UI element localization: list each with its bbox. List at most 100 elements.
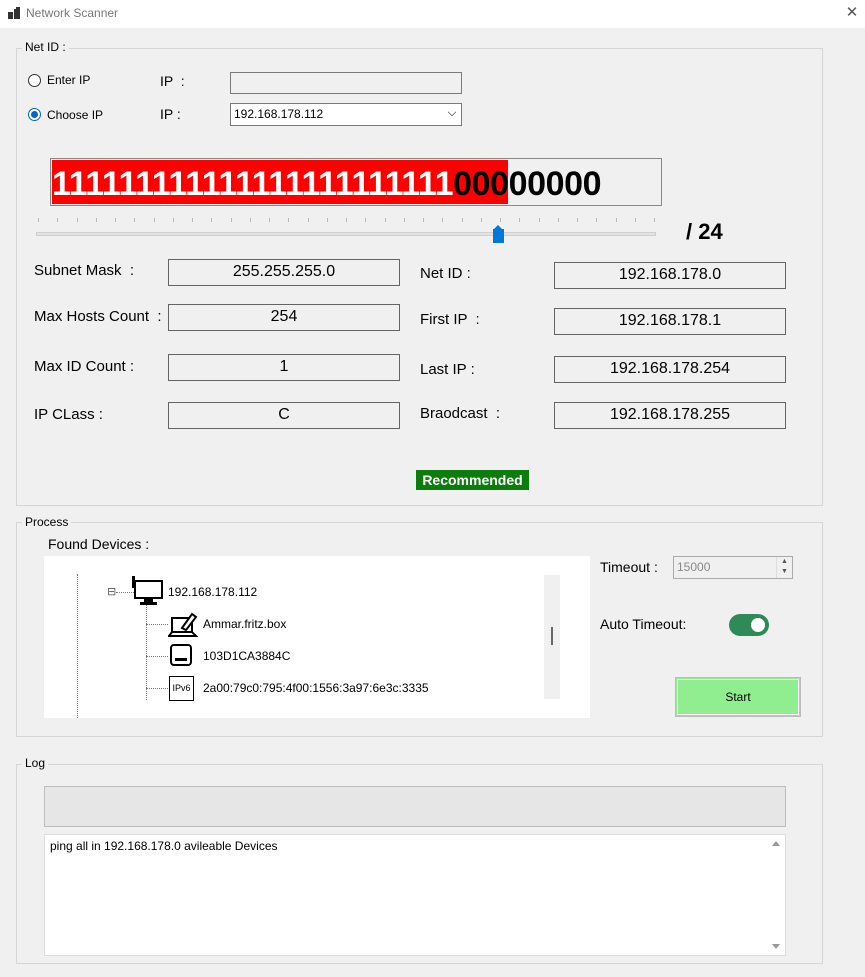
slider-tick: [172, 218, 174, 222]
start-button[interactable]: Start: [675, 677, 801, 717]
log-textbox[interactable]: ping all in 192.168.178.0 avileable Devi…: [44, 834, 786, 956]
tree-child-label[interactable]: 2a00:79c0:795:4f00:1556:3a97:6e3c:3335: [203, 681, 429, 695]
slider-tick: [519, 218, 521, 222]
timeout-label: Timeout :: [600, 559, 658, 575]
ipv6-icon-text: IPv6: [172, 683, 191, 693]
last-ip-value: 192.168.178.254: [554, 356, 786, 383]
host-bits: 00000000: [453, 165, 602, 203]
devices-tree[interactable]: ⊟ 192.168.178.112 Ammar.fritz.box 103D1C…: [44, 556, 590, 718]
slider-tick: [288, 218, 290, 222]
computer-icon: [132, 576, 163, 605]
slider-tick: [249, 218, 251, 222]
slider-tick: [57, 218, 59, 222]
slider-tick: [654, 218, 655, 222]
slider-tick: [500, 218, 501, 222]
timeout-value: 15000: [677, 560, 711, 574]
network-bits: 111111111111111111111111: [52, 165, 454, 203]
slider-tick: [230, 218, 232, 222]
slider-tick: [269, 218, 270, 222]
ip-class-label: IP CLass :: [34, 406, 103, 423]
choose-ip-label: IP :: [160, 106, 181, 122]
spin-buttons[interactable]: ▲ ▼: [776, 557, 792, 578]
slider-tick: [211, 218, 213, 222]
subnet-bits-text: 11111111111111111111111100000000: [52, 162, 602, 206]
scrollbar-grip[interactable]: [551, 627, 553, 645]
enter-ip-label: IP :: [160, 73, 185, 89]
slider-tick: [577, 218, 578, 222]
close-button[interactable]: ✕: [842, 3, 862, 23]
first-ip-value: 192.168.178.1: [554, 308, 786, 335]
slider-tick: [326, 218, 328, 222]
net-id-value: 192.168.178.0: [554, 262, 786, 289]
enter-ip-input[interactable]: [230, 72, 462, 94]
choose-ip-select[interactable]: 192.168.178.112: [230, 103, 462, 126]
choose-ip-radio[interactable]: [28, 108, 41, 121]
last-ip-label: Last IP :: [420, 361, 475, 378]
tree-child-label[interactable]: Ammar.fritz.box: [203, 617, 286, 631]
choose-ip-radio-label[interactable]: Choose IP: [47, 108, 103, 122]
slider-tick: [134, 218, 136, 222]
slider-tick: [461, 218, 463, 222]
progress-bar: [44, 786, 786, 827]
slider-tick: [442, 218, 444, 222]
netid-group-label: Net ID :: [22, 40, 69, 54]
tree-child-label[interactable]: 103D1CA3884C: [203, 649, 290, 663]
spin-up-icon[interactable]: ▲: [777, 557, 792, 567]
tree-line: [146, 624, 168, 625]
process-group-label: Process: [22, 515, 72, 529]
enter-ip-radio[interactable]: [28, 74, 41, 87]
auto-timeout-label: Auto Timeout:: [600, 616, 687, 632]
slider-tick: [95, 218, 97, 222]
timeout-input[interactable]: 15000 ▲ ▼: [673, 556, 793, 579]
slider-tick: [423, 218, 424, 222]
tree-line: [146, 600, 147, 700]
slider-tick: [346, 218, 347, 222]
slider-tick: [365, 218, 367, 222]
tree-scrollbar[interactable]: [544, 575, 560, 699]
choose-ip-select-value: 192.168.178.112: [234, 107, 324, 121]
chevron-down-icon[interactable]: [447, 107, 457, 117]
tree-line: [146, 688, 168, 689]
slider-tick: [192, 218, 193, 222]
max-id-value: 1: [168, 354, 400, 381]
toggle-knob: [751, 618, 765, 632]
prefix-slider-track[interactable]: [36, 232, 656, 236]
broadcast-value: 192.168.178.255: [554, 402, 786, 429]
scroll-down-icon[interactable]: [772, 944, 780, 949]
slider-tick: [115, 218, 116, 222]
tree-root-label[interactable]: 192.168.178.112: [168, 585, 257, 599]
expander-icon[interactable]: ⊟: [107, 585, 116, 598]
enter-ip-radio-label[interactable]: Enter IP: [47, 73, 90, 87]
max-id-label: Max ID Count :: [34, 358, 135, 375]
device-icon: [170, 644, 192, 666]
broadcast-label: Braodcast :: [420, 405, 501, 422]
net-id-label: Net ID :: [420, 265, 471, 282]
window-title: Network Scanner: [26, 6, 119, 20]
slider-tick: [38, 218, 39, 222]
slider-tick: [615, 218, 617, 222]
prefix-slider-thumb[interactable]: [493, 225, 504, 243]
laptop-icon: [168, 612, 198, 637]
slider-tick: [596, 218, 598, 222]
title-bar: [0, 0, 865, 28]
log-group-label: Log: [22, 756, 49, 770]
recommended-badge: Recommended: [416, 470, 529, 490]
prefix-length: / 24: [686, 219, 723, 244]
slider-tick: [384, 218, 386, 222]
app-icon: [8, 7, 20, 19]
slider-tick: [634, 218, 636, 222]
subnet-mask-label: Subnet Mask :: [34, 262, 135, 279]
spin-down-icon[interactable]: ▼: [777, 567, 792, 577]
log-text: ping all in 192.168.178.0 avileable Devi…: [50, 839, 278, 853]
scroll-up-icon[interactable]: [772, 841, 780, 846]
found-devices-label: Found Devices :: [48, 536, 150, 552]
log-scrollbar[interactable]: [768, 835, 785, 955]
slider-tick: [557, 218, 559, 222]
slider-tick: [480, 218, 482, 222]
slider-tick: [307, 218, 309, 222]
tree-line: [77, 574, 78, 718]
max-hosts-label: Max Hosts Count :: [34, 308, 162, 325]
auto-timeout-toggle[interactable]: [729, 614, 769, 636]
subnet-mask-value: 255.255.255.0: [168, 259, 400, 286]
slider-tick: [153, 218, 155, 222]
